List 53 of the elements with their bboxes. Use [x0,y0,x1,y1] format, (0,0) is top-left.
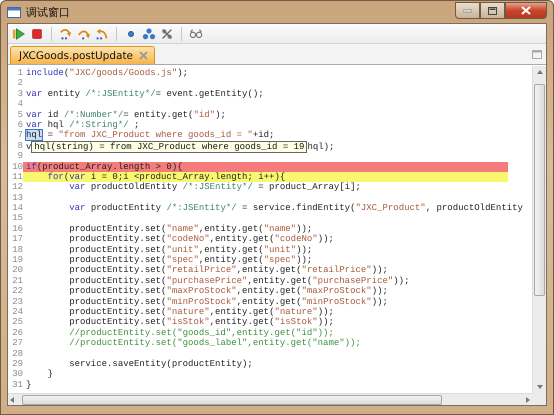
code-line: productEntity.set("codeNo",entity.get("codeNo")); [68,234,334,245]
vertical-scrollbar[interactable] [532,66,546,393]
code-line: var productEntity /*:JSEntity*/ = service.findEntity("JXC_Product", productOldEntity [68,203,523,214]
code-line: productEntity.set("name",entity.get("name")); [68,224,312,234]
cluster-icon[interactable] [142,26,156,40]
code-line: service.saveEntity(productEntity); [68,358,253,370]
code-line: for(var i = 0;i <product_Array.length; i++){ [46,172,286,182]
scrollbar-thumb[interactable] [22,394,442,404]
maximize-button[interactable] [480,2,505,19]
code-line: var productOldEntity /*:JSEntity*/ = product_Array[i]; [68,182,361,193]
code-line: if(product_Array.length > 0){ [26,162,183,172]
scroll-left-icon[interactable] [8,396,16,404]
scrollbar-thumb[interactable] [534,84,545,296]
code-line: productEntity.set("nature",entity.get("nature")); [68,306,334,318]
code-line: productEntity.set("spec",entity.get("spec")); [68,255,312,266]
code-line: var hql /*:String*/ ; [26,120,140,130]
code-line: } [46,369,54,380]
step-into-icon[interactable] [59,26,73,40]
code-line: var entity /*:JSEntity*/= event.getEntity(); [26,88,264,100]
minimize-button[interactable] [455,2,480,19]
horizontal-scrollbar[interactable] [8,393,532,405]
window-icon [7,6,21,18]
code-line: //productEntity.set("goods_label",entity.get("name")); [68,338,361,349]
remove-icon[interactable] [160,26,174,40]
glasses-icon[interactable] [189,26,203,40]
code-line: productEntity.set("maxProStock",entity.get("maxProStock")); [68,286,388,297]
resume-icon[interactable] [12,26,26,40]
tooltip: hql(string) = from JXC_Product where goods_id = 19 [31,140,308,153]
code-line: productEntity.set("isStok",entity.get("isStok")); [68,317,334,328]
maximize-icon [488,6,497,14]
editor-tab[interactable]: JXCGoods.postUpdate [10,46,156,64]
scroll-up-icon[interactable] [536,68,544,76]
stop-icon[interactable] [30,26,44,40]
code-line: var id /*:Number*/= entity.get("id"); [26,110,226,120]
code-line: productEntity.set("retailPrice",entity.get("retailPrice")); [68,265,388,276]
code-line: hql = "from JXC_Product where goods_id = "+id; [26,130,274,141]
close-icon [521,6,531,15]
code-line: v hql(string) = from JXC_Product where goods_id = 19 hql); [26,140,334,152]
scroll-down-icon[interactable] [536,383,544,391]
step-return-icon[interactable] [95,26,109,40]
code-line: include("JXC/goods/Goods.js"); [26,68,188,78]
line-number: 11 [8,172,23,182]
scroll-right-icon[interactable] [524,396,532,404]
line-number: 10 [8,162,23,172]
code-line: productEntity.set("purchasePrice",entity.get("purchasePrice")); [68,276,410,286]
code-line: //productEntity.set("goods_id",entity.get("id")); [68,328,334,338]
selected-text: hql [26,130,42,140]
code-line: } [26,380,32,390]
code-line: productEntity.set("minProStock",entity.get("minProStock")); [68,296,388,307]
window-title: 调试窗口 [26,4,70,20]
close-button[interactable] [505,2,547,19]
minimize-icon [463,8,472,12]
code-line: productEntity.set("unit",entity.get("unit")); [68,244,312,256]
